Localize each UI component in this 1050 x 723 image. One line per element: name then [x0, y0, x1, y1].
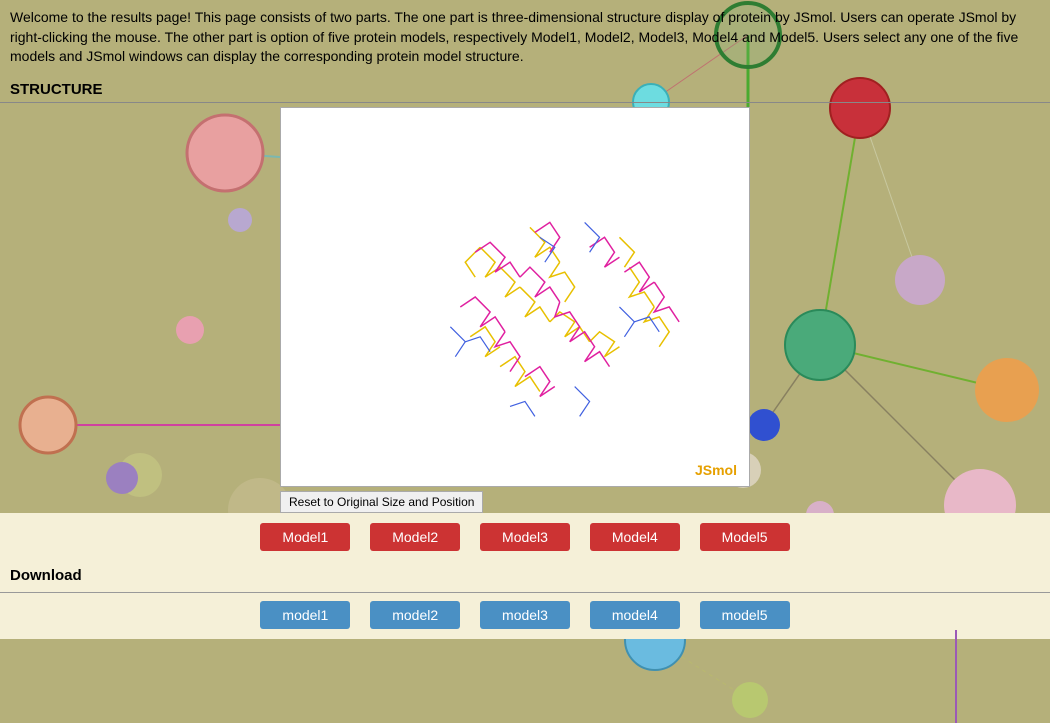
model1-button[interactable]: Model1: [260, 523, 350, 551]
structure-divider: [0, 102, 1050, 103]
structure-section: STRUCTURE: [0, 77, 1050, 513]
model2-button[interactable]: Model2: [370, 523, 460, 551]
download-model5-button[interactable]: model5: [700, 601, 790, 629]
download-label: Download: [0, 563, 1050, 592]
intro-text-block: Welcome to the results page! This page c…: [0, 0, 1050, 73]
download-section: Download model1 model2 model3 model4 mod…: [0, 561, 1050, 639]
model4-button[interactable]: Model4: [590, 523, 680, 551]
download-buttons-row: model1 model2 model3 model4 model5: [0, 601, 1050, 629]
model3-button[interactable]: Model3: [480, 523, 570, 551]
model5-button[interactable]: Model5: [700, 523, 790, 551]
download-model2-button[interactable]: model2: [370, 601, 460, 629]
structure-label: STRUCTURE: [0, 77, 1050, 102]
reset-button[interactable]: Reset to Original Size and Position: [280, 491, 483, 513]
download-model1-button[interactable]: model1: [260, 601, 350, 629]
protein-svg: [281, 108, 749, 486]
download-model3-button[interactable]: model3: [480, 601, 570, 629]
model-buttons-section: Model1 Model2 Model3 Model4 Model5: [0, 513, 1050, 561]
download-model4-button[interactable]: model4: [590, 601, 680, 629]
jsmol-label: JSmol: [695, 462, 737, 478]
jsmol-container: JSmol Reset to Original Size and Positio…: [280, 107, 760, 513]
purple-line: [955, 630, 957, 723]
jsmol-viewer[interactable]: JSmol: [280, 107, 750, 487]
download-divider: [0, 592, 1050, 593]
intro-text: Welcome to the results page! This page c…: [10, 9, 1018, 64]
